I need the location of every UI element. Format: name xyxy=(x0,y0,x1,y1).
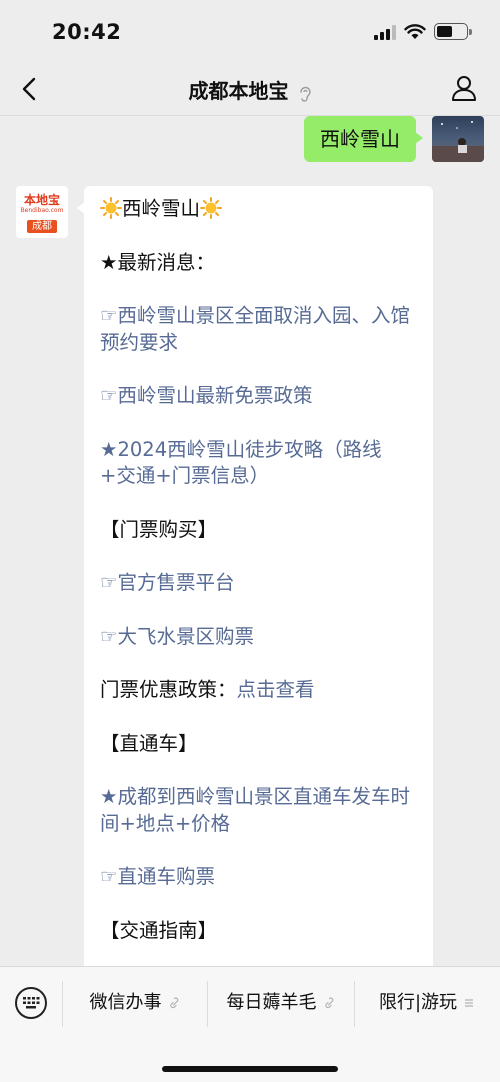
menu-item-label: 微信办事 xyxy=(89,992,162,1013)
page-title: 成都本地宝 xyxy=(188,79,289,103)
home-indicator xyxy=(162,1066,338,1072)
bot-avatar-domain: Bendibao.com xyxy=(20,207,64,214)
wifi-icon xyxy=(404,23,426,39)
link-official-ticket-platform[interactable]: ☞官方售票平台 xyxy=(100,570,417,597)
keyboard-toggle-button[interactable] xyxy=(15,987,47,1019)
policy-line: 门票优惠政策：点击查看 xyxy=(100,677,417,704)
chat-area[interactable]: 西岭雪山 本地宝 Bendibao.com 成都 西岭雪山 ★最新消息： ☞西岭… xyxy=(0,116,500,966)
policy-label: 门票优惠政策： xyxy=(100,678,237,701)
latest-heading: ★最新消息： xyxy=(100,250,215,274)
sun-icon xyxy=(200,197,223,219)
link-icon xyxy=(169,997,178,1009)
nav-title-area: 成都本地宝 xyxy=(0,75,500,104)
bus-heading: 【直通车】 xyxy=(100,731,198,755)
bot-avatar[interactable]: 本地宝 Bendibao.com 成都 xyxy=(16,186,68,238)
my-message-bubble[interactable]: 西岭雪山 xyxy=(304,116,423,162)
link-icon xyxy=(324,997,333,1009)
link-policy-view[interactable]: 点击查看 xyxy=(237,678,315,701)
traffic-heading: 【交通指南】 xyxy=(100,918,218,942)
menu-item-traffic-travel[interactable]: 限行|游玩 xyxy=(354,979,500,1027)
bot-avatar-city: 成都 xyxy=(27,220,57,233)
bottom-menu: 微信办事 每日薅羊毛 限行|游玩 xyxy=(0,966,500,1082)
sun-icon xyxy=(100,197,122,219)
status-time: 20:42 xyxy=(52,20,122,44)
menu-item-label: 每日薅羊毛 xyxy=(226,992,317,1013)
link-dafeishui-ticket[interactable]: ☞大飞水景区购票 xyxy=(100,624,417,651)
link-free-ticket-policy[interactable]: ☞西岭雪山最新免票政策 xyxy=(100,383,417,410)
menu-item-label: 限行|游玩 xyxy=(378,992,458,1013)
signal-icon xyxy=(374,24,396,40)
bot-title-line: 西岭雪山 xyxy=(100,196,417,223)
link-bus-schedule[interactable]: ★成都到西岭雪山景区直通车发车时间+地点+价格 xyxy=(100,784,417,837)
my-avatar[interactable] xyxy=(432,116,484,162)
tickets-heading: 【门票购买】 xyxy=(100,517,218,541)
link-bus-ticket[interactable]: ☞直通车购票 xyxy=(100,864,417,891)
status-bar: 20:42 xyxy=(0,0,500,62)
profile-icon[interactable] xyxy=(450,74,478,102)
menu-item-daily-deals[interactable]: 每日薅羊毛 xyxy=(207,979,354,1027)
keyboard-icon xyxy=(23,997,40,1009)
menu-item-wechat-services[interactable]: 微信办事 xyxy=(62,979,207,1027)
bot-avatar-logo-text: 本地宝 xyxy=(23,193,60,207)
menu-icon xyxy=(465,999,474,1007)
battery-icon xyxy=(434,23,472,40)
nav-bar: 成都本地宝 xyxy=(0,62,500,116)
link-hiking-guide[interactable]: ★2024西岭雪山徒步攻略（路线+交通+门票信息） xyxy=(100,437,417,490)
bot-title: 西岭雪山 xyxy=(122,197,201,220)
link-cancel-reservation[interactable]: ☞西岭雪山景区全面取消入园、入馆预约要求 xyxy=(100,303,417,356)
ear-icon xyxy=(299,86,311,102)
avatar-illustration xyxy=(432,121,484,162)
status-icons xyxy=(374,23,472,40)
bot-message-bubble: 西岭雪山 ★最新消息： ☞西岭雪山景区全面取消入园、入馆预约要求 ☞西岭雪山最新… xyxy=(77,186,433,966)
